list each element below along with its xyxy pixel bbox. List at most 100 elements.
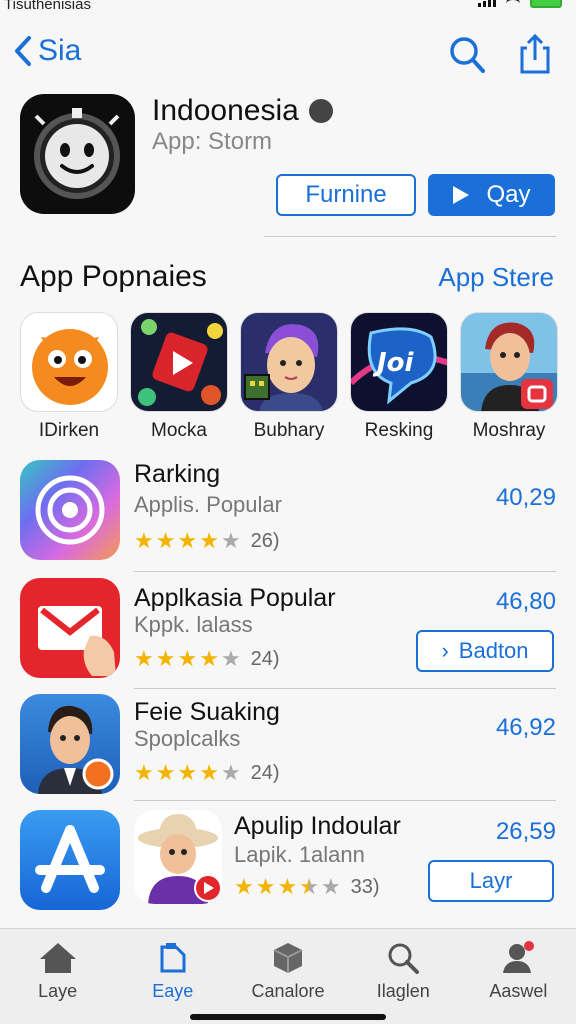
star-icon: ★ [177, 528, 198, 553]
rating-count: 24) [250, 647, 280, 670]
star-rating: ★ ★ ★ ★ ★ 26) [134, 528, 280, 554]
star-empty-icon: ★ [220, 646, 241, 671]
list-item[interactable]: Applkasia Popular Kppk. lalass ★ ★ ★ ★ ★ 24)… [20, 578, 556, 678]
list-item-price: 40,29 [495, 484, 556, 511]
get-button[interactable]: Layr [428, 860, 554, 902]
star-icon: ★ [155, 528, 176, 553]
secondary-button[interactable]: Furnine [276, 174, 416, 216]
divider [264, 236, 556, 237]
list-item-title: Applkasia Popular [134, 584, 336, 612]
featured-apps: IDirken Mocka Bubhary Joi Resking Moshra… [20, 312, 576, 452]
app-thumbnail [240, 312, 338, 412]
divider [134, 688, 556, 689]
play-button[interactable]: Qay [428, 174, 555, 216]
rating-count: 33) [350, 875, 380, 898]
list-item-title: Apulip Indoular [234, 812, 401, 840]
featured-app-2[interactable]: Mocka [130, 312, 228, 452]
list-item-price: 46,92 [495, 714, 556, 741]
list-item-subtitle: Applis. Popular [134, 492, 282, 517]
featured-app-1[interactable]: IDirken [20, 312, 118, 452]
back-button[interactable]: Sia [14, 34, 81, 68]
featured-app-label: Bubhary [253, 420, 325, 441]
featured-app-label: Mocka [151, 420, 207, 441]
list-item-subtitle: Kppk. lalass [134, 612, 253, 637]
home-icon [39, 943, 76, 973]
tab-label: Laye [38, 981, 78, 1001]
app-title: Indoonesia [152, 94, 299, 127]
share-icon[interactable] [516, 34, 554, 74]
star-half-icon: ★ [299, 874, 319, 899]
person-icon [503, 941, 535, 973]
app-thumbnail [460, 312, 558, 412]
tab-label: Canalore [251, 981, 325, 1001]
list-item[interactable]: Apulip Indoular Lapik. 1alann ★ ★ ★ ★ ★ 33) … [20, 810, 556, 910]
app-thumbnail [20, 460, 120, 560]
app-thumbnail [134, 810, 222, 904]
star-icon: ★ [199, 528, 219, 553]
star-icon: ★ [277, 874, 298, 899]
tab-search[interactable]: Ilaglen [346, 929, 461, 1024]
play-icon [453, 186, 470, 204]
star-icon: ★ [255, 874, 276, 899]
chevron-left-icon [15, 36, 31, 66]
featured-app-label: IDirken [38, 420, 100, 441]
app-icon [20, 94, 135, 214]
app-header: Indoonesia App: Storm Furnine Qay [20, 94, 556, 224]
featured-app-5[interactable]: Moshray [460, 312, 558, 452]
search-icon[interactable] [448, 34, 486, 74]
app-thumbnail [20, 578, 120, 678]
tab-arcade[interactable]: Canalore [230, 929, 345, 1024]
featured-app-4[interactable]: Joi Resking [350, 312, 448, 452]
star-rating: ★ ★ ★ ★ ★ 33) [234, 874, 380, 900]
app-store-icon [20, 810, 120, 910]
featured-app-label: Moshray [472, 420, 546, 441]
list-item[interactable]: Rarking Applis. Popular ★ ★ ★ ★ ★ 26) 40,29 [20, 460, 556, 560]
tab-account[interactable]: Aaswel [461, 929, 576, 1024]
see-all-link[interactable]: App Stere [438, 262, 554, 293]
list-item-price: 46,80 [495, 588, 556, 615]
star-icon: ★ [177, 646, 198, 671]
get-button[interactable]: › Badton [416, 630, 554, 672]
cube-icon [273, 943, 303, 973]
list-item-title: Rarking [134, 460, 221, 488]
tab-apps[interactable]: Eaye [115, 929, 230, 1024]
rating-count: 24) [250, 761, 280, 784]
list-item-subtitle: Lapik. 1alann [234, 842, 365, 867]
nav-bar: Sia [0, 30, 576, 80]
app-thumbnail [20, 694, 120, 794]
search-icon [388, 943, 420, 974]
signal-icon [478, 0, 496, 7]
back-label: Sia [38, 34, 82, 67]
star-icon: ★ [134, 528, 154, 553]
star-icon: ★ [134, 646, 154, 671]
star-icon: ★ [199, 760, 219, 785]
verified-badge-icon [308, 99, 333, 123]
list-item[interactable]: Feie Suaking Spoplcalks ★ ★ ★ ★ ★ 24) 46,92 [20, 694, 556, 794]
app-thumbnail [130, 312, 228, 412]
star-icon: ★ [155, 646, 176, 671]
rating-count: 26) [250, 529, 280, 552]
secondary-button-label: Furnine [305, 181, 387, 208]
status-bar: Tisuthenisias [0, 0, 576, 14]
star-icon: ★ [155, 760, 176, 785]
tab-bar: Laye Eaye Canalore Ilaglen Aaswel [0, 928, 576, 1024]
star-empty-icon: ★ [220, 760, 241, 785]
star-icon: ★ [199, 646, 219, 671]
tab-home[interactable]: Laye [0, 929, 115, 1024]
star-empty-icon: ★ [320, 874, 341, 899]
app-title-row: Indoonesia [152, 94, 333, 128]
tab-label: Aaswel [489, 981, 548, 1001]
divider [134, 571, 556, 572]
apps-icon [160, 943, 186, 973]
chevron-right-icon: › [441, 638, 449, 663]
featured-app-3[interactable]: Bubhary [240, 312, 338, 452]
featured-app-label: Resking [364, 420, 434, 441]
battery-icon [530, 0, 562, 8]
get-button-label: Layr [469, 868, 513, 893]
list-item-price: 26,59 [495, 818, 556, 845]
joi-logo-text: Joi [372, 348, 415, 378]
star-empty-icon: ★ [220, 528, 241, 553]
star-icon: ★ [134, 760, 154, 785]
wifi-icon [506, 0, 520, 7]
tab-label: Eaye [152, 981, 194, 1001]
